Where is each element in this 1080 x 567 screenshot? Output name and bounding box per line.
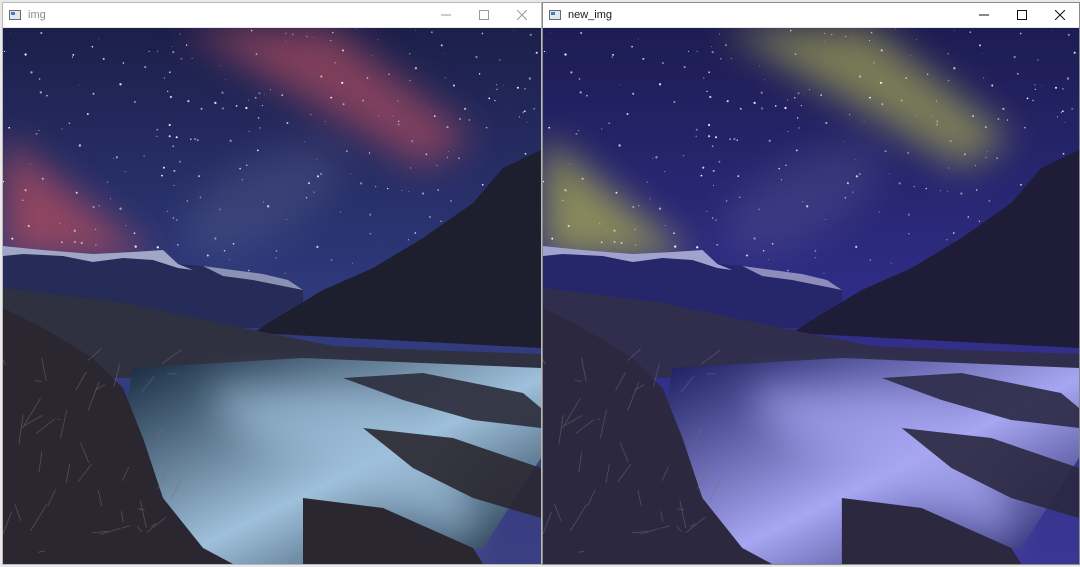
close-button[interactable] bbox=[503, 3, 541, 27]
titlebar[interactable]: img bbox=[3, 3, 541, 28]
window-title: new_img bbox=[568, 9, 613, 21]
window-controls bbox=[965, 3, 1079, 27]
maximize-button[interactable] bbox=[1003, 3, 1041, 27]
image-canvas bbox=[543, 28, 1079, 564]
maximize-button[interactable] bbox=[465, 3, 503, 27]
minimize-icon bbox=[979, 14, 989, 16]
landscape-image bbox=[3, 28, 541, 564]
maximize-icon bbox=[1017, 10, 1027, 20]
window-img[interactable]: img bbox=[2, 2, 542, 565]
close-icon bbox=[517, 10, 527, 20]
image-canvas bbox=[3, 28, 541, 564]
minimize-button[interactable] bbox=[965, 3, 1003, 27]
minimize-icon bbox=[441, 14, 451, 16]
close-icon bbox=[1055, 10, 1065, 20]
landscape-image bbox=[543, 28, 1079, 564]
window-new-img[interactable]: new_img bbox=[542, 2, 1080, 565]
minimize-button[interactable] bbox=[427, 3, 465, 27]
titlebar[interactable]: new_img bbox=[543, 3, 1079, 28]
app-window-icon bbox=[549, 10, 561, 20]
window-controls bbox=[427, 3, 541, 27]
desktop: img new_img bbox=[0, 0, 1080, 567]
window-title: img bbox=[28, 9, 46, 21]
app-window-icon bbox=[9, 10, 21, 20]
maximize-icon bbox=[479, 10, 489, 20]
close-button[interactable] bbox=[1041, 3, 1079, 27]
